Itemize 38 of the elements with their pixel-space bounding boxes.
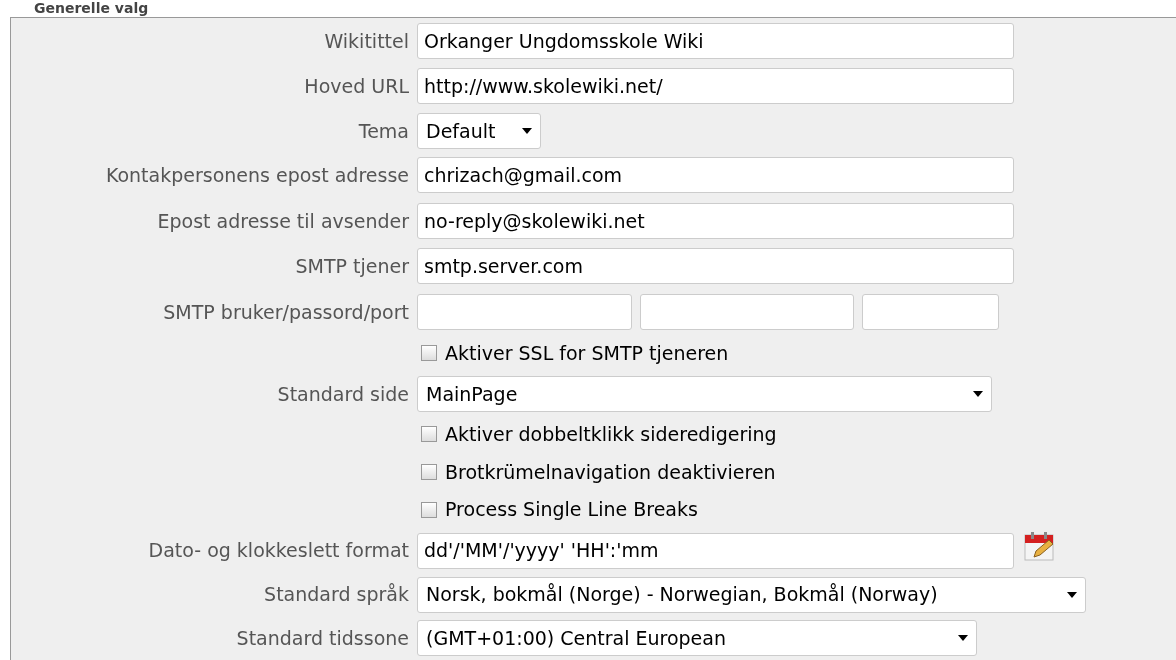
input-field[interactable]: http://www.skolewiki.net/	[417, 68, 1014, 105]
field-label: Epost adresse til avsender	[156, 208, 410, 234]
input-field[interactable]	[640, 293, 854, 330]
caret-icon	[973, 390, 983, 397]
checkbox[interactable]	[421, 464, 437, 481]
field-label: SMTP bruker/passord/port	[162, 299, 410, 325]
checkbox-label: Aktiver dobbeltklikk sideredigering	[445, 422, 777, 448]
dropdown[interactable]: Default	[417, 112, 541, 149]
input-field[interactable]: smtp.server.com	[417, 248, 1014, 285]
dropdown[interactable]: (GMT+01:00) Central European	[417, 620, 977, 657]
caret-icon	[522, 127, 532, 134]
checkbox-label: Brotkrümelnavigation deaktivieren	[445, 459, 776, 485]
input-field[interactable]: chrizach@gmail.com	[417, 157, 1014, 194]
checkbox[interactable]	[421, 501, 437, 518]
caret-icon	[1067, 591, 1077, 598]
field-label: Kontakpersonens epost adresse	[104, 163, 410, 189]
section-title: Generelle valg	[33, 0, 150, 17]
calendar-icon[interactable]	[1024, 530, 1054, 561]
field-label: Dato- og klokkeslett format	[147, 538, 410, 564]
field-label: Tema	[357, 118, 410, 144]
input-field[interactable]	[862, 293, 999, 330]
input-field[interactable]	[417, 293, 632, 330]
field-label: Standard side	[276, 381, 410, 407]
checkbox[interactable]	[421, 345, 437, 362]
checkbox-label: Aktiver SSL for SMTP tjeneren	[445, 341, 729, 367]
field-label: Standard tidssone	[235, 626, 410, 651]
checkbox-label: Process Single Line Breaks	[445, 497, 698, 523]
field-label: Hoved URL	[303, 74, 410, 99]
input-field[interactable]: no-reply@skolewiki.net	[417, 202, 1014, 239]
input-field[interactable]: Orkanger Ungdomsskole Wiki	[417, 22, 1014, 59]
dropdown[interactable]: Norsk, bokmål (Norge) - Norwegian, Bokmål (Norway)	[417, 576, 1086, 613]
field-label: SMTP tjener	[294, 254, 410, 280]
dropdown[interactable]: MainPage	[417, 375, 992, 412]
field-label: Standard språk	[263, 582, 410, 608]
field-label: Wikitittel	[323, 28, 410, 54]
input-field[interactable]: dd'/'MM'/'yyyy' 'HH':'mm	[417, 532, 1014, 569]
checkbox[interactable]	[421, 426, 437, 443]
caret-icon	[958, 635, 968, 642]
